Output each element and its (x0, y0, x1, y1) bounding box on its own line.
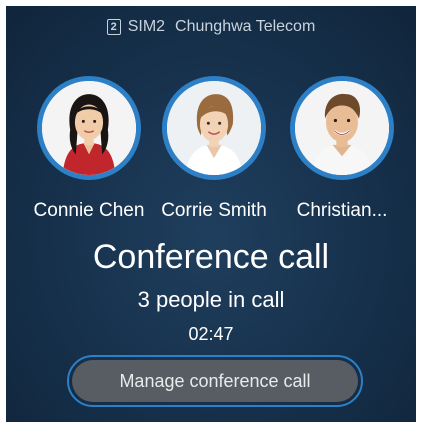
sim-card-icon: 2 (106, 19, 121, 35)
call-title: Conference call (92, 238, 330, 276)
manage-conference-call-button[interactable]: Manage conference call (67, 355, 363, 407)
woman-avatar-icon (167, 81, 261, 175)
participant-connie-chen[interactable]: Connie Chen (19, 76, 159, 222)
participant-christian[interactable]: Christian... (272, 76, 412, 222)
call-screen: 2 SIM2 Chunghwa Telecom Connie Chen Corr… (6, 6, 416, 422)
participant-name: Christian... (296, 200, 388, 221)
avatar (37, 76, 141, 180)
participant-name: Connie Chen (33, 200, 145, 221)
sim-label: SIM2 (127, 18, 166, 35)
woman-avatar-icon (42, 81, 136, 175)
avatar (162, 76, 266, 180)
participants-list: Connie Chen Corrie Smith Christian... (6, 76, 416, 236)
call-participant-count: 3 people in call (137, 287, 285, 312)
participant-corrie-smith[interactable]: Corrie Smith (144, 76, 284, 222)
manage-conference-call-label: Manage conference call (72, 360, 358, 402)
man-avatar-icon (295, 81, 389, 175)
carrier-name: Chunghwa Telecom (175, 18, 316, 35)
participant-name: Corrie Smith (161, 200, 267, 221)
call-timer: 02:47 (188, 324, 234, 344)
status-bar: 2 SIM2 Chunghwa Telecom (6, 15, 416, 39)
avatar (290, 76, 394, 180)
